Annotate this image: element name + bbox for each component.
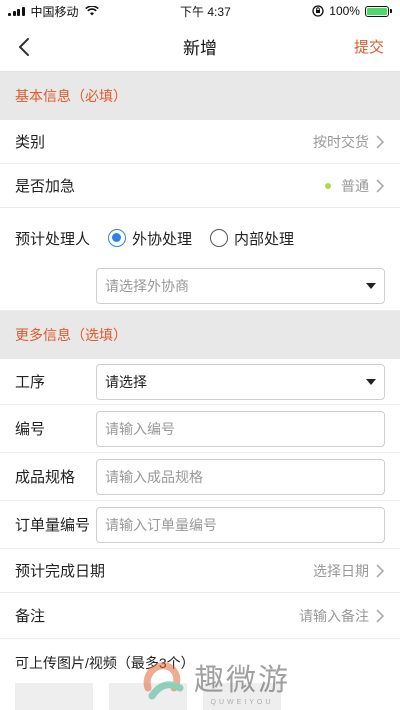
handler-label: 预计处理人 [15,230,91,248]
radio-outsource-label: 外协处理 [132,230,193,248]
watermark-logo [143,661,184,699]
category-value: 按时交货 [313,133,369,150]
urgent-status-dot [325,182,331,189]
spec-label: 成品规格 [15,469,76,486]
category-label: 类别 [15,134,46,151]
urgent-label: 是否加急 [15,178,76,195]
date-row[interactable]: 预计完成日期 选择日期 [0,549,400,593]
number-placeholder: 请输入编号 [105,420,175,437]
upload-slot[interactable] [15,683,93,710]
page-title: 新增 [183,39,217,58]
date-value: 选择日期 [313,562,369,579]
battery-icon [364,5,392,17]
number-row: 编号 请输入编号 [0,405,400,453]
clock-label: 下午 4:37 [180,4,231,19]
dropdown-icon [366,378,376,385]
remark-value: 请输入备注 [299,607,369,624]
chevron-right-icon [376,563,385,578]
order-placeholder: 请输入订单量编号 [105,516,217,533]
section-header-more: 更多信息（选填） [0,311,400,359]
nav-bar: 新增 提交 [0,22,400,72]
submit-button[interactable]: 提交 [354,36,384,57]
handler-row: 预计处理人 外协处理 内部处理 [0,208,400,268]
lock-rotation-icon [312,5,324,17]
dropdown-icon [366,283,376,289]
radio-outsource[interactable]: 外协处理 [108,228,192,249]
order-input[interactable]: 请输入订单量编号 [96,506,385,543]
chevron-right-icon [376,134,385,149]
category-row[interactable]: 类别 按时交货 [0,120,400,164]
vendor-placeholder: 请选择外协商 [105,278,189,294]
number-input[interactable]: 请输入编号 [96,410,385,447]
remark-row[interactable]: 备注 请输入备注 [0,593,400,639]
radio-internal-indicator[interactable] [210,229,229,247]
process-row: 工序 请选择 [0,359,400,405]
spec-row: 成品规格 请输入成品规格 [0,453,400,501]
chevron-right-icon [376,178,385,193]
watermark-sub: QUWEIYOU [210,699,274,706]
order-row: 订单量编号 请输入订单量编号 [0,501,400,549]
back-icon [19,38,29,56]
spec-input[interactable]: 请输入成品规格 [96,458,385,495]
section-header-basic: 基本信息（必填） [0,72,400,120]
vendor-select[interactable]: 请选择外协商 [96,268,385,304]
watermark: 趣微游 QUWEIYOU [140,655,290,706]
radio-internal[interactable]: 内部处理 [210,228,294,249]
urgent-value: 普通 [341,177,369,194]
process-value: 请选择 [105,373,147,390]
remark-label: 备注 [15,608,46,625]
date-label: 预计完成日期 [15,563,106,580]
wifi-icon [84,6,99,16]
back-button[interactable] [12,35,36,59]
handler-block: 预计处理人 外协处理 内部处理 请选择外协商 [0,208,400,311]
battery-percent: 100% [329,4,360,18]
process-label: 工序 [15,374,46,391]
carrier-label: 中国移动 [30,4,79,19]
radio-internal-label: 内部处理 [234,230,295,248]
order-label: 订单量编号 [15,517,91,534]
process-select[interactable]: 请选择 [96,363,385,400]
spec-placeholder: 请输入成品规格 [105,468,203,485]
watermark-text: 趣微游 [194,664,290,697]
radio-outsource-indicator[interactable] [108,229,127,247]
chevron-right-icon [376,608,385,623]
number-label: 编号 [15,421,46,438]
status-bar: 中国移动 下午 4:37 100% [0,0,400,22]
signal-icon [8,6,25,16]
urgent-row[interactable]: 是否加急 普通 [0,164,400,208]
